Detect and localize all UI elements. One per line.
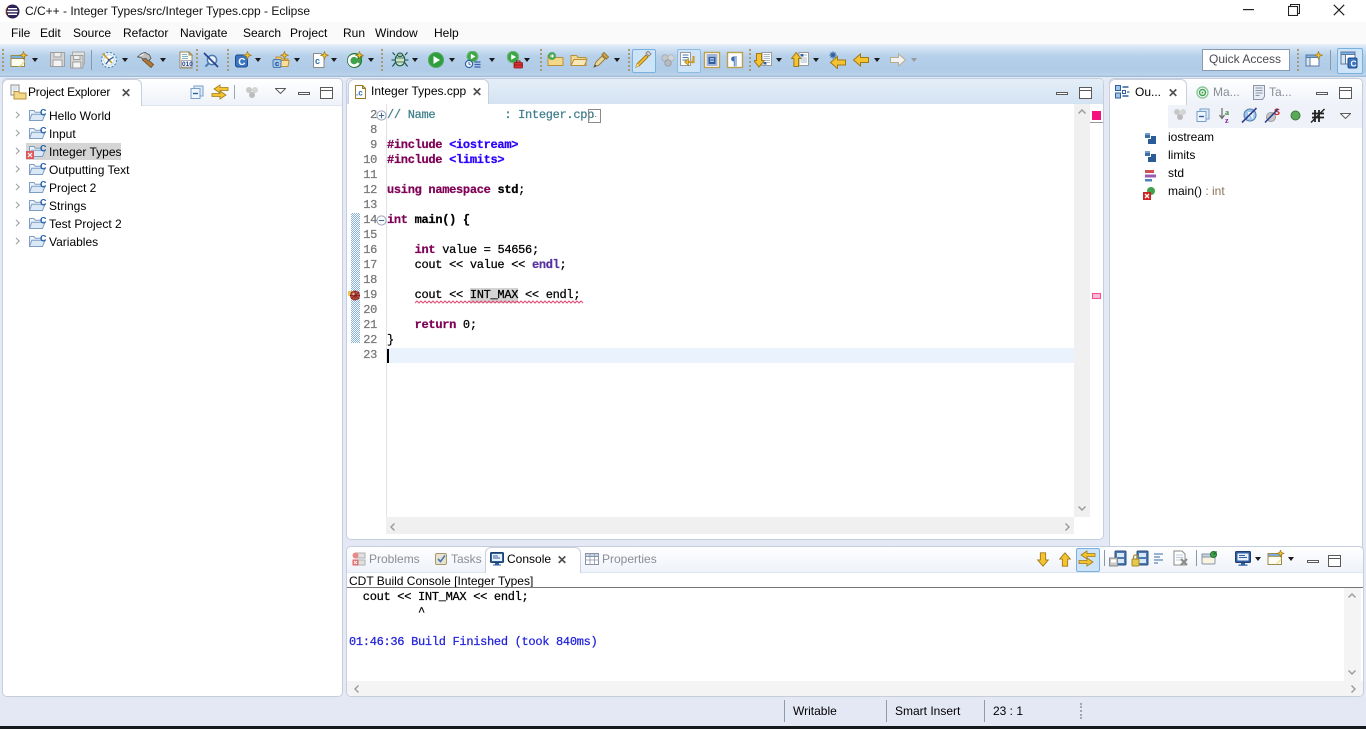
svg-text:C: C — [238, 57, 245, 68]
svg-text:¶: ¶ — [731, 53, 738, 68]
svg-text:010: 010 — [182, 61, 193, 68]
svg-text:.c: .c — [356, 89, 363, 98]
svg-text:c: c — [275, 59, 279, 68]
svg-text:C: C — [1351, 59, 1357, 69]
svg-text:c: c — [315, 56, 320, 66]
svg-text:z: z — [1225, 116, 1229, 124]
